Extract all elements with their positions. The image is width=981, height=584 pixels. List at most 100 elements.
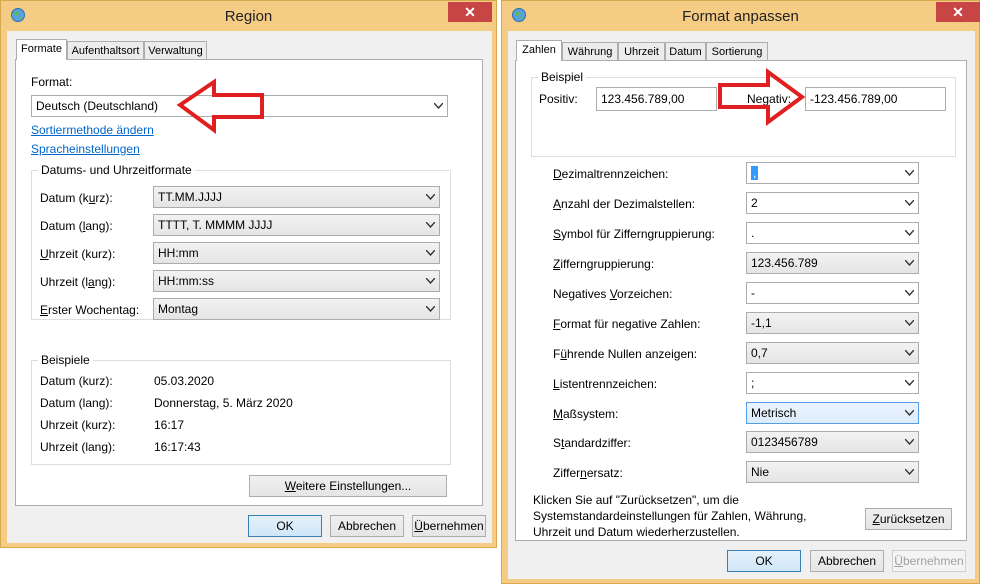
ok-button[interactable]: OK (248, 515, 322, 537)
ok-button[interactable]: OK (727, 550, 801, 572)
select-leading-zeros[interactable]: 0,7 (746, 342, 919, 364)
chevron-down-icon (422, 215, 439, 235)
chevron-down-icon (901, 373, 918, 393)
select-grouping-symbol[interactable]: . (746, 222, 919, 244)
select-list-separator[interactable]: ; (746, 372, 919, 394)
chevron-down-icon (901, 432, 918, 452)
row-label: Symbol für Zifferngruppierung: (553, 227, 715, 241)
select-date-short[interactable]: TT.MM.JJJJ (153, 186, 440, 208)
select-date-long[interactable]: TTTT, T. MMMM JJJJ (153, 214, 440, 236)
row-label: Uhrzeit (kurz): (40, 247, 116, 261)
select-value: -1,1 (751, 316, 772, 330)
link-sort-method[interactable]: Sortiermethode ändern (31, 123, 154, 137)
row-label: Maßsystem: (553, 407, 619, 421)
row-label: Anzahl der Dezimalstellen: (553, 197, 696, 211)
example-value: Donnerstag, 5. März 2020 (154, 396, 293, 410)
example-label: Uhrzeit (kurz): (40, 418, 116, 432)
reset-info-text: Klicken Sie auf "Zurücksetzen", um die S… (533, 493, 807, 539)
chevron-down-icon (901, 163, 918, 183)
chevron-down-icon (430, 96, 447, 116)
select-time-long[interactable]: HH:mm:ss (153, 270, 440, 292)
select-value: TTTT, T. MMMM JJJJ (158, 218, 273, 232)
more-settings-button[interactable]: Weitere Einstellungen... (249, 475, 447, 497)
row-label: Dezimaltrennzeichen: (553, 167, 669, 181)
format-label: Format: (31, 75, 73, 89)
chevron-down-icon (422, 271, 439, 291)
select-decimal-separator[interactable]: , (746, 162, 919, 184)
select-measurement-system[interactable]: Metrisch (746, 402, 919, 424)
tab-verwaltung[interactable]: Verwaltung (144, 41, 207, 59)
row-label: Format für negative Zahlen: (553, 317, 701, 331)
negative-example: -123.456.789,00 (805, 87, 946, 111)
cancel-button[interactable]: Abbrechen (330, 515, 404, 537)
group-title: Beispiele (38, 353, 93, 367)
group-title: Beispiel (538, 70, 587, 84)
tab-formate[interactable]: Formate (16, 39, 67, 60)
chevron-down-icon (901, 253, 918, 273)
positive-example: 123.456.789,00 (596, 87, 717, 111)
red-arrow-annotation (176, 78, 264, 134)
row-label: Uhrzeit (lang): (40, 275, 116, 289)
select-decimal-places[interactable]: 2 (746, 192, 919, 214)
region-titlebar[interactable]: Region ✕ (1, 1, 496, 31)
apply-button[interactable]: Übernehmen (412, 515, 486, 537)
example-value: 16:17:43 (154, 440, 201, 454)
select-value: . (751, 226, 755, 240)
chevron-down-icon (422, 187, 439, 207)
row-label: Führende Nullen anzeigen: (553, 347, 698, 361)
select-standard-digits[interactable]: 0123456789 (746, 431, 919, 453)
tab-uhrzeit[interactable]: Uhrzeit (618, 42, 665, 60)
example-label: Datum (lang): (40, 396, 113, 410)
select-first-weekday[interactable]: Montag (153, 298, 440, 320)
select-value: Metrisch (751, 406, 797, 420)
apply-button[interactable]: Übernehmen (892, 550, 966, 572)
tab-datum[interactable]: Datum (665, 42, 706, 60)
close-button[interactable]: ✕ (448, 2, 492, 22)
zahlen-panel: Beispiel Positiv: 123.456.789,00 Negativ… (515, 60, 967, 541)
tab-aufenthaltsort[interactable]: Aufenthaltsort (67, 41, 144, 59)
row-label: Ziffernersatz: (553, 466, 623, 480)
select-value: 123.456.789 (751, 256, 818, 270)
chevron-down-icon (901, 193, 918, 213)
select-value: HH:mm:ss (158, 274, 214, 288)
select-value: , (751, 166, 759, 180)
select-digit-grouping[interactable]: 123.456.789 (746, 252, 919, 274)
select-value: 0123456789 (751, 435, 818, 449)
select-value: HH:mm (158, 246, 199, 260)
select-negative-sign[interactable]: - (746, 282, 919, 304)
chevron-down-icon (901, 313, 918, 333)
row-label: Datum (kurz): (40, 191, 113, 205)
chevron-down-icon (901, 343, 918, 363)
group-title: Datums- und Uhrzeitformate (38, 163, 195, 177)
select-time-short[interactable]: HH:mm (153, 242, 440, 264)
row-label: Erster Wochentag: (40, 303, 140, 317)
format-titlebar[interactable]: Format anpassen ✕ (502, 1, 980, 31)
window-title: Region (224, 8, 273, 25)
select-value: Montag (158, 302, 199, 316)
tab-waehrung[interactable]: Währung (562, 42, 618, 60)
close-button[interactable]: ✕ (936, 2, 980, 22)
cancel-button[interactable]: Abbrechen (810, 550, 884, 572)
example-label: Uhrzeit (lang): (40, 440, 116, 454)
example-value: 16:17 (154, 418, 185, 432)
select-value: TT.MM.JJJJ (158, 190, 222, 204)
select-value: 0,7 (751, 346, 768, 360)
chevron-down-icon (901, 462, 918, 482)
example-label: Datum (kurz): (40, 374, 113, 388)
select-value: Nie (751, 465, 770, 479)
link-language-settings[interactable]: Spracheinstellungen (31, 142, 140, 156)
reset-button[interactable]: Zurücksetzen (865, 508, 952, 530)
format-value: Deutsch (Deutschland) (36, 99, 159, 113)
select-negative-format[interactable]: -1,1 (746, 312, 919, 334)
chevron-down-icon (901, 403, 918, 423)
tab-sortierung[interactable]: Sortierung (706, 42, 768, 60)
red-arrow-annotation (718, 68, 806, 126)
select-digit-substitution[interactable]: Nie (746, 461, 919, 483)
example-value: 05.03.2020 (154, 374, 215, 388)
row-label: Standardziffer: (553, 436, 631, 450)
tab-zahlen[interactable]: Zahlen (516, 40, 562, 61)
select-value: ; (751, 376, 755, 390)
row-label: Listentrennzeichen: (553, 377, 658, 391)
chevron-down-icon (422, 243, 439, 263)
chevron-down-icon (422, 299, 439, 319)
